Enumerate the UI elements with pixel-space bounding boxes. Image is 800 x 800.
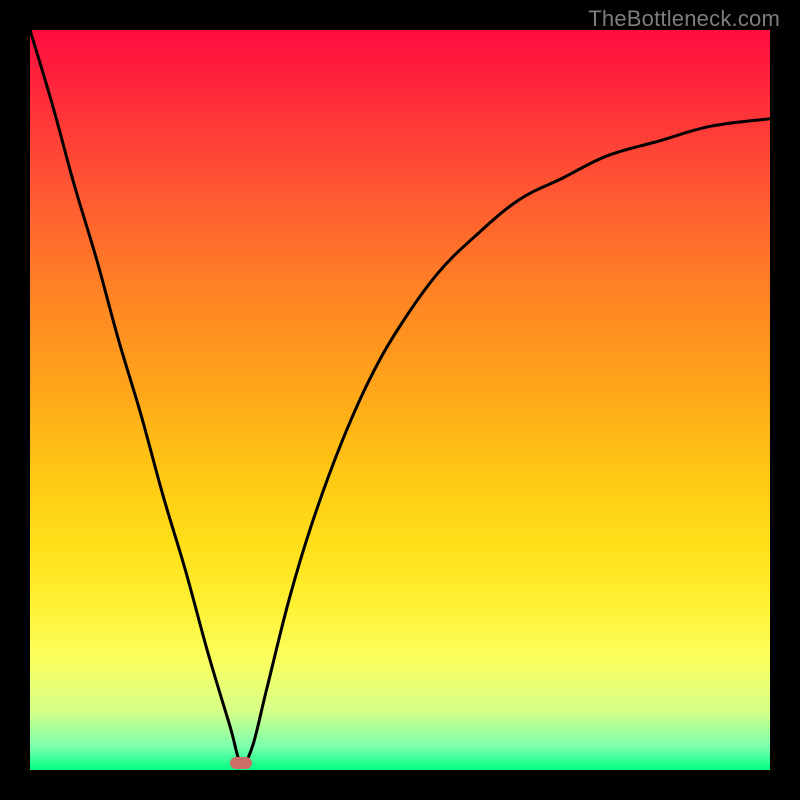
optimum-marker xyxy=(230,757,252,769)
curve-path xyxy=(30,30,770,764)
watermark-text: TheBottleneck.com xyxy=(588,6,780,32)
plot-area xyxy=(30,30,770,770)
bottleneck-curve xyxy=(30,30,770,770)
chart-container: TheBottleneck.com xyxy=(0,0,800,800)
